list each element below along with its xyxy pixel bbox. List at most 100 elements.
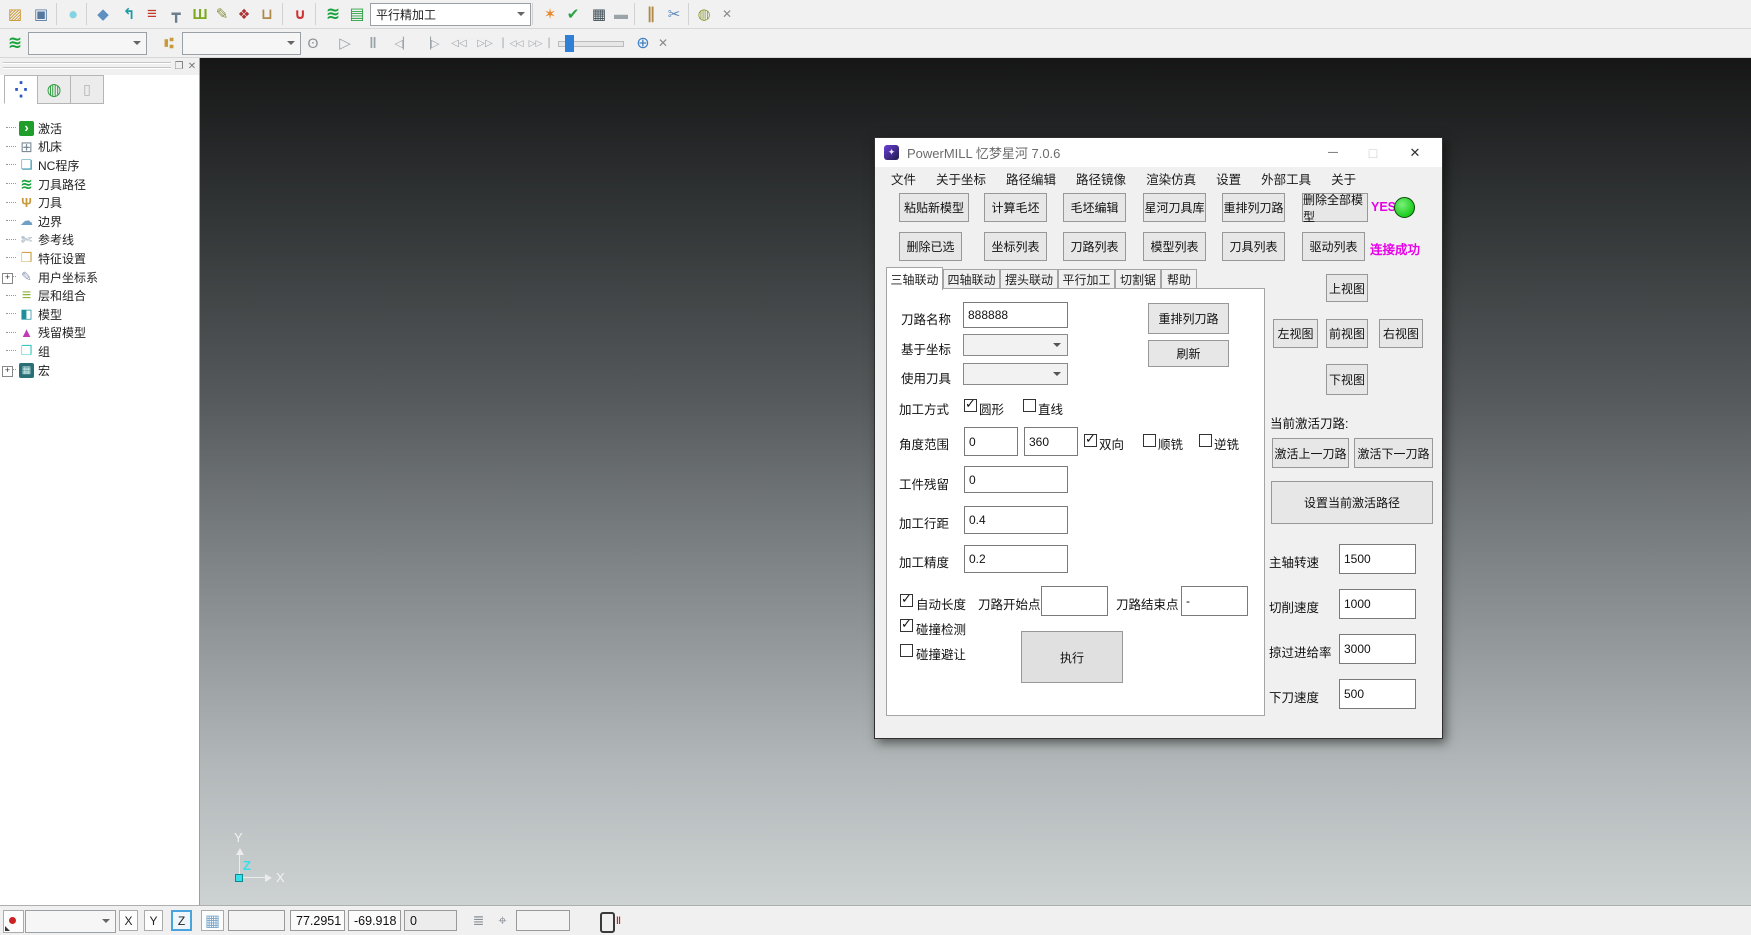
tree-item-macros[interactable]: 宏	[6, 361, 196, 380]
step-forward-icon[interactable]	[420, 32, 442, 54]
activate-next-toolpath-button[interactable]: 激活下一刀路	[1354, 438, 1433, 468]
collision-avoid-checkbox[interactable]	[900, 644, 913, 657]
skip-end-icon[interactable]	[528, 32, 550, 54]
angle-to-input[interactable]	[1024, 427, 1078, 456]
tree-item-toolpaths[interactable]: 刀具路径	[6, 175, 196, 194]
strategy-list-icon[interactable]	[346, 3, 368, 25]
explorer-tab-trash[interactable]	[70, 75, 104, 104]
toolpath-arrow-icon[interactable]	[118, 3, 140, 25]
toolpath-combobox[interactable]	[28, 32, 147, 55]
clock-icon[interactable]	[632, 32, 654, 54]
tool-list-button[interactable]: 刀具列表	[1222, 232, 1285, 261]
menu-path-edit[interactable]: 路径编辑	[996, 169, 1066, 188]
rewind-icon[interactable]	[448, 32, 470, 54]
tree-item-groups[interactable]: 组	[6, 342, 196, 361]
menu-about[interactable]: 关于	[1321, 169, 1366, 188]
step-back-icon[interactable]	[392, 32, 414, 54]
nc-program-icon[interactable]	[141, 3, 163, 25]
save-icon[interactable]	[30, 3, 52, 25]
linear-checkbox[interactable]	[1023, 399, 1036, 412]
axis-z-button[interactable]: Z	[171, 910, 192, 931]
view-bottom-button[interactable]: 下视图	[1326, 364, 1368, 395]
toolpath-name-input[interactable]	[963, 302, 1068, 328]
tool-library-button[interactable]: 星河刀具库	[1143, 193, 1206, 222]
stock-edit-button[interactable]: 毛坯编辑	[1063, 193, 1126, 222]
tolerance-input[interactable]	[964, 545, 1068, 573]
set-current-active-path-button[interactable]: 设置当前激活路径	[1271, 481, 1433, 524]
play-icon[interactable]	[334, 32, 356, 54]
measure-icon[interactable]	[610, 3, 632, 25]
bidirectional-checkbox[interactable]	[1084, 434, 1097, 447]
menu-path-mirror[interactable]: 路径镜像	[1066, 169, 1136, 188]
tool-check-icon[interactable]	[562, 3, 584, 25]
plunge-feed-input[interactable]	[1339, 679, 1416, 709]
expand-toggle-icon[interactable]	[2, 273, 13, 284]
skim-feed-input[interactable]	[1339, 634, 1416, 664]
pause-icon[interactable]	[362, 32, 384, 54]
color-swatch-button[interactable]	[3, 910, 24, 933]
tree-item-tools[interactable]: 刀具	[6, 193, 196, 212]
open-icon[interactable]	[4, 3, 26, 25]
delete-selected-button[interactable]: 删除已选	[899, 232, 962, 261]
xyz-list-icon[interactable]	[468, 910, 489, 931]
stock-remain-input[interactable]	[964, 466, 1068, 493]
menu-file[interactable]: 文件	[881, 169, 926, 188]
minimize-button[interactable]	[1316, 138, 1350, 167]
activate-prev-toolpath-button[interactable]: 激活上一刀路	[1272, 438, 1349, 468]
tab-help[interactable]: 帮助	[1161, 269, 1197, 289]
close-panel-icon[interactable]	[186, 60, 198, 72]
tab-parallel[interactable]: 平行加工	[1058, 269, 1115, 289]
tool-pair-icon[interactable]	[640, 3, 662, 25]
panel-grip[interactable]	[0, 58, 199, 75]
tree-item-levels-and-sets[interactable]: 层和组合	[6, 286, 196, 305]
explorer-tab-tree[interactable]	[4, 75, 38, 104]
delete-all-models-button[interactable]: 删除全部模型	[1302, 193, 1368, 222]
close-button[interactable]	[1398, 138, 1432, 167]
tree-item-activate[interactable]: 激活	[6, 119, 196, 138]
view-right-button[interactable]: 右视图	[1379, 319, 1423, 348]
model-list-button[interactable]: 模型列表	[1143, 232, 1206, 261]
menu-render-simulate[interactable]: 渲染仿真	[1136, 169, 1206, 188]
tool-engage-icon[interactable]	[289, 3, 311, 25]
speed-slider[interactable]	[558, 41, 624, 47]
expand-toggle-icon[interactable]	[2, 366, 13, 377]
dialog-titlebar[interactable]: PowerMILL 忆梦星河 7.0.6	[875, 138, 1442, 167]
tab-tilthead[interactable]: 摆头联动	[1000, 269, 1058, 289]
phone-pause-icon[interactable]	[600, 912, 615, 933]
tree-item-workplanes[interactable]: 用户坐标系	[6, 268, 196, 287]
menu-external-tools[interactable]: 外部工具	[1251, 169, 1321, 188]
tree-item-patterns[interactable]: 参考线	[6, 231, 196, 250]
cutting-feed-input[interactable]	[1339, 589, 1416, 619]
status-field-empty1[interactable]	[228, 910, 285, 931]
climb-checkbox[interactable]	[1143, 434, 1156, 447]
explorer-tab-globe[interactable]	[37, 75, 71, 104]
stepover-input[interactable]	[964, 506, 1068, 534]
collision-detect-checkbox[interactable]	[900, 619, 913, 632]
menu-about-coords[interactable]: 关于坐标	[926, 169, 996, 188]
block-icon[interactable]	[92, 3, 114, 25]
menu-settings[interactable]: 设置	[1206, 169, 1251, 188]
strategy-combobox[interactable]: 平行精加工	[370, 3, 531, 26]
circular-checkbox[interactable]	[964, 399, 977, 412]
feature-points-icon[interactable]	[233, 3, 255, 25]
cut-icon[interactable]	[663, 3, 685, 25]
grid-button[interactable]	[201, 910, 224, 931]
execute-button[interactable]: 执行	[1021, 631, 1123, 683]
tree-item-nc-programs[interactable]: NC程序	[6, 156, 196, 175]
conventional-checkbox[interactable]	[1199, 434, 1212, 447]
rearrange-toolpath-button[interactable]: 重排列刀路	[1222, 193, 1285, 222]
refresh-button[interactable]: 刷新	[1148, 340, 1229, 367]
tools-icon[interactable]	[158, 32, 180, 54]
barrels-icon[interactable]	[693, 3, 715, 25]
pattern-pencil-icon[interactable]	[211, 3, 233, 25]
end-point-input[interactable]	[1181, 586, 1248, 616]
tab-3axis[interactable]: 三轴联动	[886, 267, 943, 290]
statusbar-combobox[interactable]	[25, 910, 116, 933]
view-left-button[interactable]: 左视图	[1273, 319, 1318, 348]
tree-item-feature-sets[interactable]: 特征设置	[6, 249, 196, 268]
tree-item-stock-models[interactable]: 残留模型	[6, 324, 196, 343]
float-panel-icon[interactable]	[173, 60, 185, 72]
axis-y-button[interactable]: Y	[144, 910, 163, 931]
close-toolbar-icon[interactable]	[652, 32, 674, 54]
compute-stock-button[interactable]: 计算毛坯	[984, 193, 1047, 222]
